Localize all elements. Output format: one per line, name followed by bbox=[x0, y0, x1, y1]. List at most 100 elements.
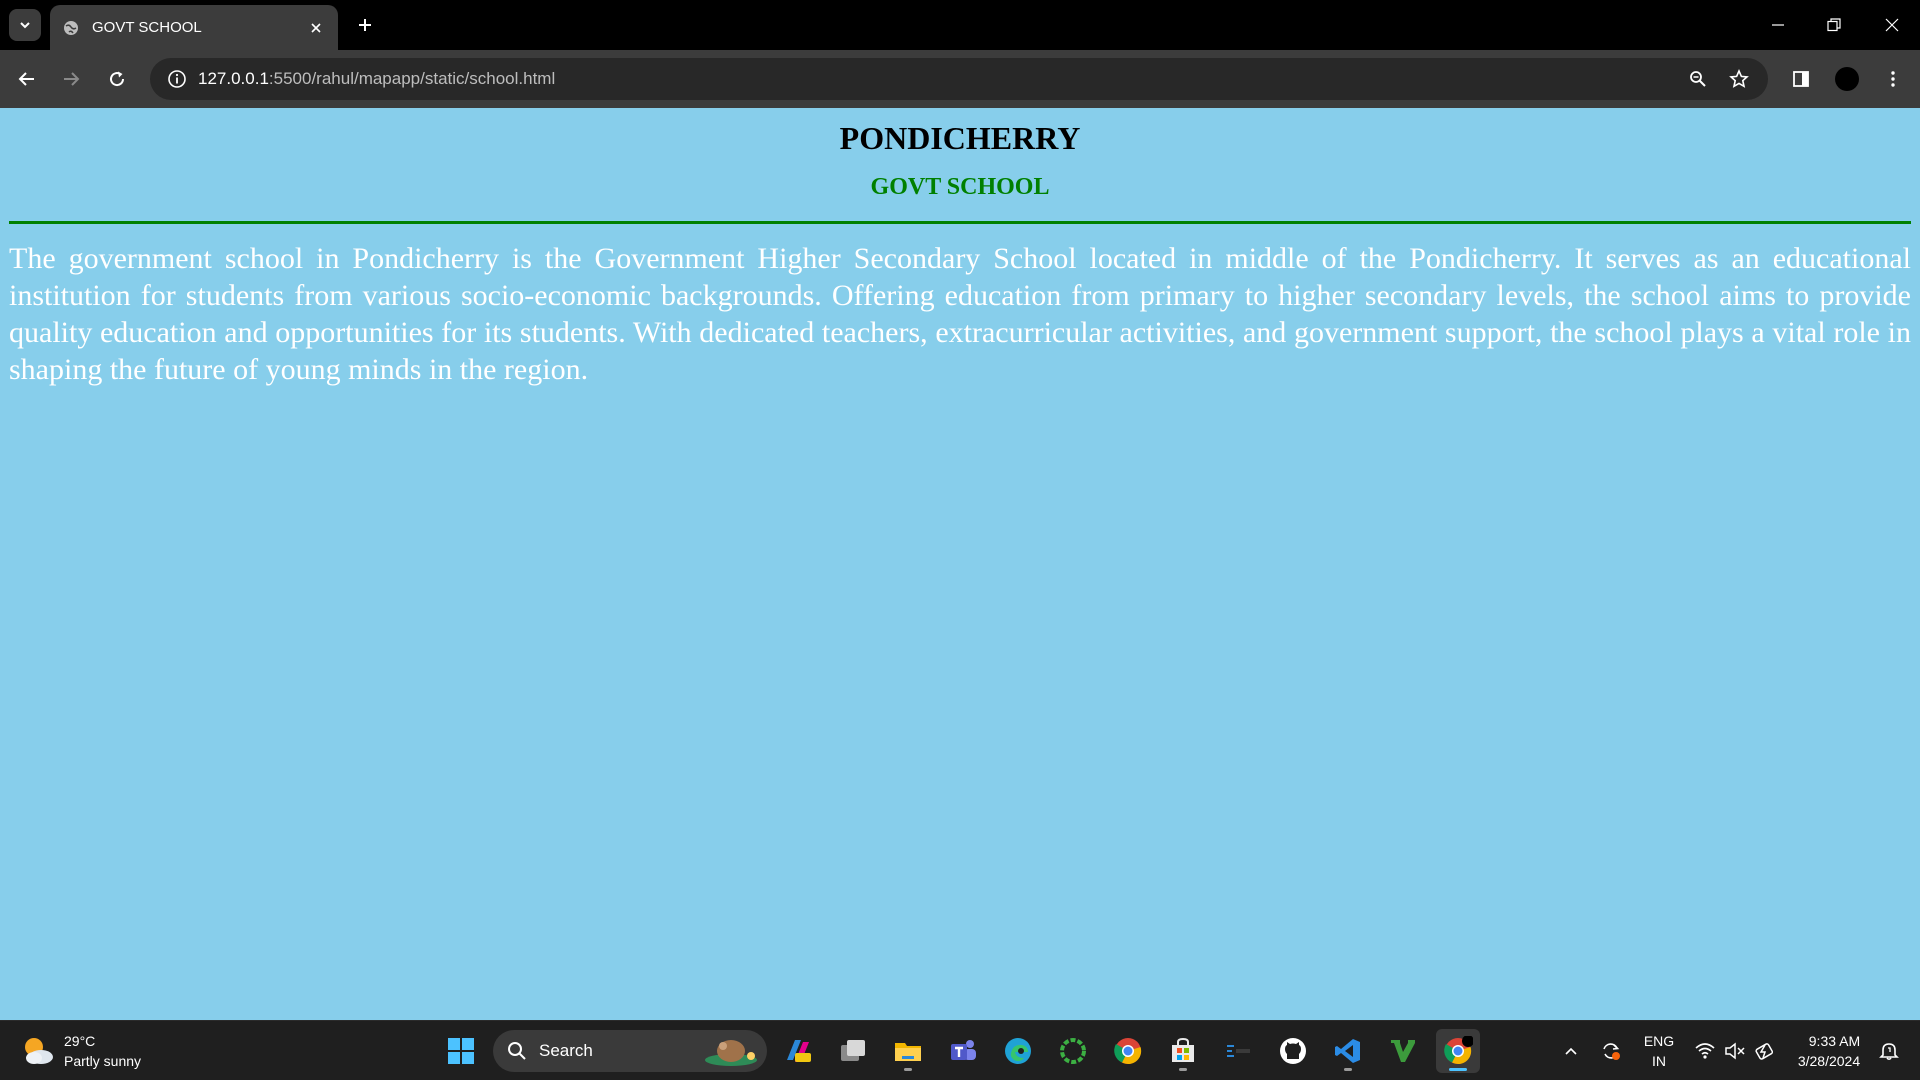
back-button[interactable] bbox=[10, 62, 44, 96]
language-indicator[interactable]: ENG IN bbox=[1640, 1029, 1678, 1073]
github-desktop-app[interactable] bbox=[1271, 1029, 1315, 1073]
info-icon bbox=[168, 70, 186, 88]
zoom-icon bbox=[1690, 71, 1706, 87]
tab-strip: GOVT SCHOOL bbox=[0, 0, 1920, 50]
file-explorer-app[interactable] bbox=[886, 1029, 930, 1073]
search-highlight-icon bbox=[705, 1040, 757, 1066]
url-path: :5500/rahul/mapapp/static/school.html bbox=[268, 69, 556, 88]
page-title: PONDICHERRY bbox=[839, 120, 1081, 156]
battery-charging-icon bbox=[1755, 1043, 1774, 1060]
more-vertical-icon bbox=[1891, 71, 1895, 87]
terminal-icon bbox=[1227, 1045, 1250, 1057]
clock-date: 3/28/2024 bbox=[1797, 1053, 1861, 1069]
weather-condition: Partly sunny bbox=[64, 1053, 142, 1069]
region-code: IN bbox=[1652, 1053, 1666, 1069]
teams-app[interactable] bbox=[941, 1029, 985, 1073]
globe-icon bbox=[62, 19, 80, 37]
clock-button[interactable]: 9:33 AM 3/28/2024 bbox=[1790, 1029, 1868, 1073]
copilot-icon bbox=[787, 1040, 811, 1062]
running-indicator bbox=[904, 1068, 912, 1071]
plus-icon bbox=[359, 19, 371, 31]
url-host: 127.0.0.1 bbox=[198, 69, 269, 88]
side-panel-button[interactable] bbox=[1784, 62, 1818, 96]
folder-icon bbox=[895, 1043, 921, 1061]
teams-icon bbox=[951, 1040, 976, 1060]
restore-icon bbox=[1827, 18, 1841, 32]
search-label: Search bbox=[539, 1041, 593, 1060]
wifi-icon bbox=[1695, 1043, 1715, 1059]
clock-time: 9:33 AM bbox=[1808, 1033, 1861, 1049]
new-tab-button[interactable] bbox=[349, 11, 381, 39]
school-description: The government school in Pondicherry is … bbox=[9, 242, 1911, 386]
show-hidden-icons-button[interactable] bbox=[1558, 1029, 1584, 1073]
quick-settings-button[interactable] bbox=[1690, 1029, 1780, 1073]
avatar bbox=[1835, 67, 1859, 91]
github-icon bbox=[1280, 1038, 1306, 1064]
active-indicator bbox=[1449, 1068, 1467, 1071]
vim-icon bbox=[1391, 1040, 1415, 1062]
minimize-window-button[interactable] bbox=[1750, 0, 1806, 50]
bookmark-button[interactable] bbox=[1723, 63, 1755, 95]
windows-icon bbox=[448, 1038, 474, 1064]
taskbar: 29°C Partly sunny Search ENG IN 9:33 AM … bbox=[0, 1020, 1920, 1080]
start-button[interactable] bbox=[439, 1029, 483, 1073]
running-indicator bbox=[1179, 1068, 1187, 1071]
address-bar[interactable]: 127.0.0.1:5500/rahul/mapapp/static/schoo… bbox=[150, 58, 1768, 100]
chevron-down-icon bbox=[20, 22, 30, 29]
sync-status-button[interactable] bbox=[1596, 1029, 1626, 1073]
volume-muted-icon bbox=[1725, 1042, 1745, 1060]
task-view-app[interactable] bbox=[831, 1029, 875, 1073]
page-content: PONDICHERRY GOVT SCHOOL The government s… bbox=[0, 108, 1920, 1020]
reload-button[interactable] bbox=[100, 62, 134, 96]
chrome-app-active[interactable] bbox=[1436, 1029, 1480, 1073]
partly-sunny-icon bbox=[25, 1038, 53, 1064]
arrow-left-icon bbox=[18, 72, 34, 86]
notifications-button[interactable] bbox=[1874, 1029, 1904, 1073]
minimize-icon bbox=[1772, 24, 1784, 26]
page-subtitle: GOVT SCHOOL bbox=[870, 174, 1050, 200]
bell-icon bbox=[1879, 1043, 1899, 1061]
terminal-app[interactable] bbox=[1216, 1029, 1260, 1073]
zoom-button[interactable] bbox=[1682, 63, 1714, 95]
close-icon bbox=[311, 22, 321, 33]
profile-button[interactable] bbox=[1830, 62, 1864, 96]
sync-app[interactable] bbox=[1051, 1029, 1095, 1073]
menu-button[interactable] bbox=[1876, 62, 1910, 96]
close-window-button[interactable] bbox=[1864, 0, 1920, 50]
sync-ring-icon bbox=[1060, 1038, 1086, 1064]
task-view-icon bbox=[841, 1040, 865, 1061]
chrome-icon bbox=[1114, 1038, 1142, 1065]
vim-app[interactable] bbox=[1381, 1029, 1425, 1073]
chevron-up-icon bbox=[1565, 1047, 1577, 1055]
taskbar-search[interactable]: Search bbox=[493, 1030, 767, 1072]
star-icon bbox=[1729, 69, 1749, 88]
browser-toolbar: 127.0.0.1:5500/rahul/mapapp/static/schoo… bbox=[0, 50, 1920, 108]
copilot-app[interactable] bbox=[776, 1029, 820, 1073]
forward-button[interactable] bbox=[54, 62, 88, 96]
sync-icon bbox=[1603, 1043, 1620, 1060]
microsoft-store-app[interactable] bbox=[1161, 1029, 1205, 1073]
store-icon bbox=[1172, 1037, 1194, 1062]
search-icon bbox=[508, 1042, 526, 1060]
tab-search-button[interactable] bbox=[9, 9, 41, 41]
chrome-app[interactable] bbox=[1106, 1029, 1150, 1073]
weather-widget[interactable]: 29°C Partly sunny bbox=[20, 1029, 141, 1073]
reload-icon bbox=[110, 71, 125, 87]
url-text: 127.0.0.1:5500/rahul/mapapp/static/schoo… bbox=[198, 69, 555, 89]
vscode-app[interactable] bbox=[1326, 1029, 1370, 1073]
running-indicator bbox=[1344, 1068, 1352, 1071]
divider bbox=[9, 221, 1911, 224]
browser-tab[interactable]: GOVT SCHOOL bbox=[50, 5, 338, 50]
side-panel-icon bbox=[1793, 71, 1809, 87]
language-code: ENG bbox=[1643, 1033, 1675, 1049]
weather-temperature: 29°C bbox=[64, 1033, 96, 1049]
vscode-icon bbox=[1335, 1039, 1360, 1063]
site-info-button[interactable] bbox=[156, 58, 198, 100]
close-icon bbox=[1885, 18, 1899, 32]
close-tab-button[interactable] bbox=[304, 16, 328, 40]
chrome-icon bbox=[1444, 1036, 1473, 1065]
edge-app[interactable] bbox=[996, 1029, 1040, 1073]
arrow-right-icon bbox=[64, 72, 80, 86]
edge-icon bbox=[1005, 1038, 1031, 1064]
restore-window-button[interactable] bbox=[1806, 0, 1862, 50]
